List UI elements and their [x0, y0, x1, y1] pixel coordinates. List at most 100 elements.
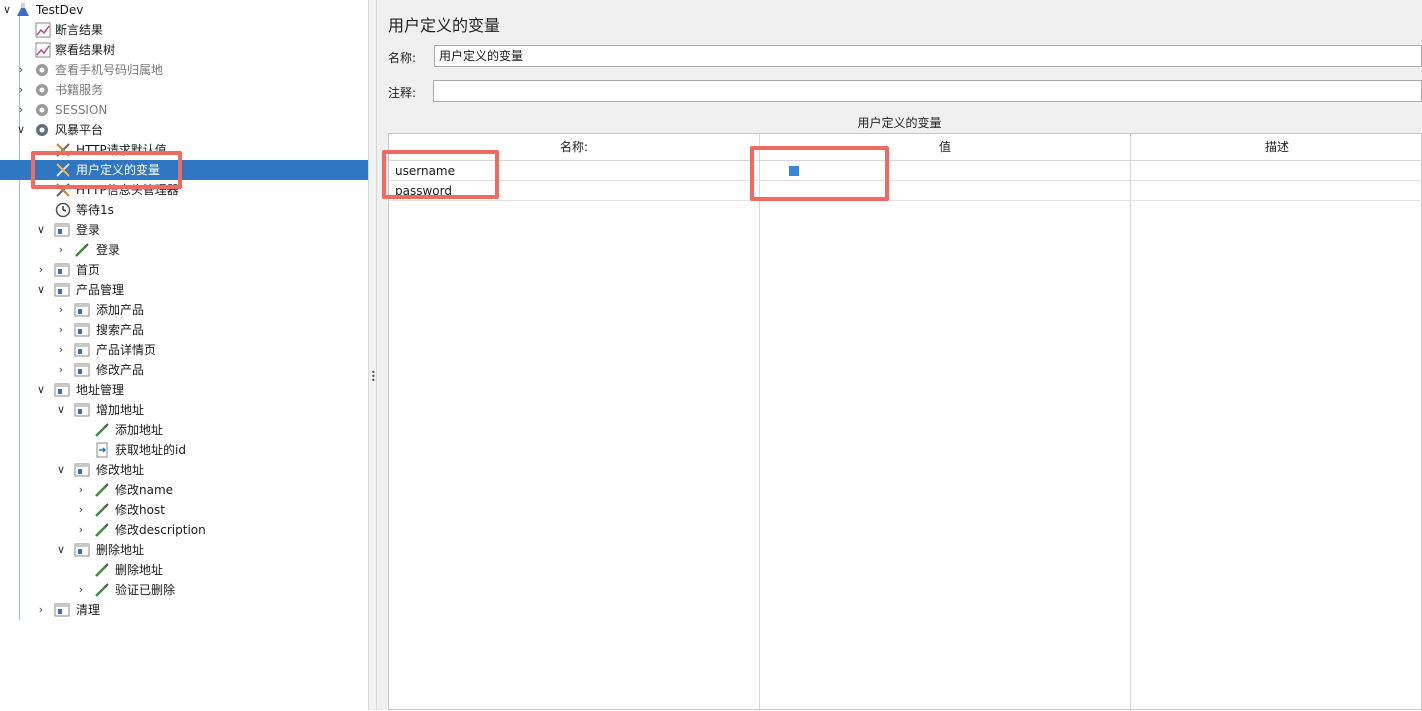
extractor-icon	[96, 442, 108, 458]
chevron-down-icon[interactable]: ∨	[56, 400, 66, 420]
chevron-right-icon[interactable]: ›	[16, 80, 26, 100]
tree-node-label: 增加地址	[96, 403, 145, 417]
chart-icon	[35, 42, 51, 58]
tree-node-product-management[interactable]: ∨ 产品管理	[0, 280, 368, 300]
pipette-icon	[95, 583, 109, 597]
pipette-icon	[95, 563, 109, 577]
tree-node-label: 获取地址的id	[115, 443, 186, 457]
tree-node-label: 修改name	[115, 483, 174, 497]
pane-splitter[interactable]: • • •	[368, 0, 377, 710]
tree-node-address-management[interactable]: ∨ 地址管理	[0, 380, 368, 400]
tree-node-label: SESSION	[55, 103, 108, 117]
tree-node-root[interactable]: ∨ TestDev	[0, 0, 368, 20]
controller-icon	[74, 343, 90, 357]
tree-node-storm-platform[interactable]: ∨ 风暴平台	[0, 120, 368, 140]
tree-node-book-service[interactable]: › 书籍服务	[0, 80, 368, 100]
tree-node-add-address[interactable]: 添加地址	[0, 420, 368, 440]
pipette-icon	[95, 483, 109, 497]
controller-icon	[74, 543, 90, 557]
tree-node-wait-1s[interactable]: 等待1s	[0, 200, 368, 220]
tree-node-label: 删除地址	[96, 543, 145, 557]
chevron-right-icon[interactable]: ›	[16, 60, 26, 80]
test-plan-tree[interactable]: ∨ TestDev 断言结果 察看结果树 › 查看手机号码归属地 › 书籍服务 …	[0, 0, 368, 710]
chevron-right-icon[interactable]: ›	[56, 240, 66, 260]
row-divider	[389, 180, 1422, 181]
pipette-icon	[95, 423, 109, 437]
chevron-down-icon[interactable]: ∨	[56, 540, 66, 560]
tree-node-label: 风暴平台	[55, 123, 104, 137]
tree-node-edit-host[interactable]: › 修改host	[0, 500, 368, 520]
chevron-right-icon[interactable]: ›	[56, 300, 66, 320]
tree-node-label: 登录	[76, 223, 101, 237]
tree-node-edit-address-group[interactable]: ∨ 修改地址	[0, 460, 368, 480]
tree-node-add-address-group[interactable]: ∨ 增加地址	[0, 400, 368, 420]
pipette-icon	[75, 243, 89, 257]
chart-icon	[35, 22, 51, 38]
row-divider	[389, 200, 1422, 201]
tree-node-session[interactable]: › SESSION	[0, 100, 368, 120]
gear-icon	[36, 64, 48, 76]
tree-node-home[interactable]: › 首页	[0, 260, 368, 280]
tree-node-verify-deleted[interactable]: › 验证已删除	[0, 580, 368, 600]
controller-icon	[54, 603, 70, 617]
chevron-right-icon[interactable]: ›	[36, 600, 46, 620]
chevron-right-icon[interactable]: ›	[76, 520, 86, 540]
pipette-icon	[95, 503, 109, 517]
tree-node-login-controller[interactable]: ∨ 登录	[0, 220, 368, 240]
chevron-right-icon[interactable]: ›	[76, 500, 86, 520]
tree-node-cleanup[interactable]: › 清理	[0, 600, 368, 620]
chevron-down-icon[interactable]: ∨	[36, 280, 46, 300]
tree-node-product-detail[interactable]: › 产品详情页	[0, 340, 368, 360]
tree-node-delete-address[interactable]: 删除地址	[0, 560, 368, 580]
tree-node-label: 修改产品	[96, 363, 145, 377]
tree-node-search-product[interactable]: › 搜索产品	[0, 320, 368, 340]
comment-field[interactable]	[433, 80, 1422, 102]
name-label: 名称:	[388, 51, 417, 65]
column-divider	[759, 134, 760, 711]
tree-node-label: 修改host	[115, 503, 165, 517]
tree-node-phone-lookup[interactable]: › 查看手机号码归属地	[0, 60, 368, 80]
tree-node-edit-description[interactable]: › 修改description	[0, 520, 368, 540]
column-header-description[interactable]: 描述	[1131, 134, 1422, 160]
controller-icon	[74, 303, 90, 317]
chevron-right-icon[interactable]: ›	[76, 480, 86, 500]
tree-node-assertion-results[interactable]: 断言结果	[0, 20, 368, 40]
chevron-right-icon[interactable]: ›	[36, 260, 46, 280]
tree-node-delete-address-group[interactable]: ∨ 删除地址	[0, 540, 368, 560]
controller-icon	[74, 323, 90, 337]
chevron-down-icon[interactable]: ∨	[36, 220, 46, 240]
tree-node-view-results-tree[interactable]: 察看结果树	[0, 40, 368, 60]
tree-node-get-address-id[interactable]: 获取地址的id	[0, 440, 368, 460]
tree-node-add-product[interactable]: › 添加产品	[0, 300, 368, 320]
pipette-icon	[95, 523, 109, 537]
controller-icon	[74, 403, 90, 417]
tree-node-label: 添加产品	[96, 303, 145, 317]
chevron-down-icon[interactable]: ∨	[56, 460, 66, 480]
column-divider	[1130, 134, 1131, 711]
tree-node-label: 登录	[96, 243, 121, 257]
chevron-right-icon[interactable]: ›	[56, 320, 66, 340]
tree-node-label: 断言结果	[55, 23, 104, 37]
tree-node-edit-name[interactable]: › 修改name	[0, 480, 368, 500]
tree-node-login-sampler[interactable]: › 登录	[0, 240, 368, 260]
chevron-right-icon[interactable]: ›	[56, 360, 66, 380]
chevron-down-icon[interactable]: ∨	[16, 120, 26, 140]
controller-icon	[54, 383, 70, 397]
tree-node-label: 首页	[76, 263, 101, 277]
controller-icon	[74, 463, 90, 477]
chevron-right-icon[interactable]: ›	[76, 580, 86, 600]
chevron-down-icon[interactable]: ∨	[36, 380, 46, 400]
chevron-down-icon[interactable]: ∨	[2, 0, 12, 20]
user-defined-variables-panel: 用户定义的变量 名称: 用户定义的变量 注释: 用户定义的变量 名称: 值 描述…	[377, 0, 1422, 711]
highlight-box-names	[382, 150, 499, 199]
tree-node-edit-product[interactable]: › 修改产品	[0, 360, 368, 380]
tree-node-label: 验证已删除	[115, 583, 176, 597]
highlight-box-tree	[31, 151, 182, 189]
variables-table[interactable]: 名称: 值 描述 username password	[388, 133, 1422, 711]
name-field[interactable]: 用户定义的变量	[434, 45, 1422, 67]
tree-node-label: 地址管理	[76, 383, 125, 397]
chevron-right-icon[interactable]: ›	[16, 100, 26, 120]
header-divider	[389, 160, 1422, 161]
chevron-right-icon[interactable]: ›	[56, 340, 66, 360]
comment-label: 注释:	[388, 86, 417, 100]
